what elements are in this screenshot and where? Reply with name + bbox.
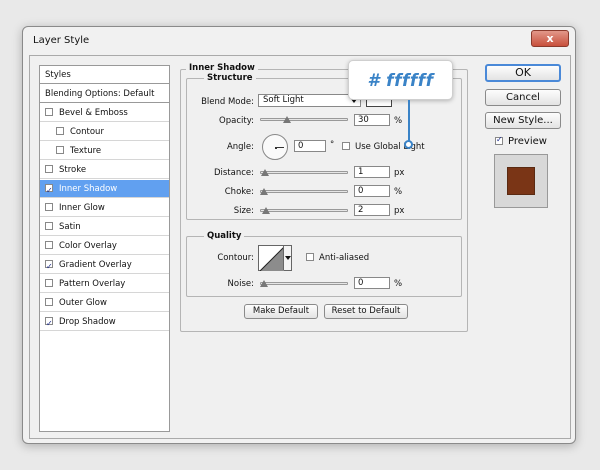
opacity-slider[interactable]: [260, 116, 348, 123]
opacity-label: Opacity:: [219, 116, 254, 126]
blend-mode-select[interactable]: Soft Light: [258, 94, 361, 107]
title-bar[interactable]: Layer Style x: [23, 27, 575, 55]
pattern-overlay-checkbox[interactable]: [45, 279, 53, 287]
cancel-button[interactable]: Cancel: [485, 89, 561, 106]
noise-unit: %: [394, 279, 403, 289]
sidebar-item-texture[interactable]: Texture: [40, 142, 169, 160]
ok-button[interactable]: OK: [485, 64, 561, 82]
texture-checkbox[interactable]: [56, 146, 64, 154]
choke-input[interactable]: 0: [354, 185, 390, 197]
outer-glow-checkbox[interactable]: [45, 298, 53, 306]
choke-unit: %: [394, 187, 403, 197]
inner-shadow-checkbox[interactable]: [45, 182, 53, 200]
blend-mode-value: Soft Light: [263, 95, 304, 105]
choke-label: Choke:: [224, 187, 254, 197]
distance-unit: px: [394, 168, 405, 178]
sidebar-item-gradient-overlay[interactable]: Gradient Overlay: [40, 256, 169, 276]
sidebar-item-blending-options[interactable]: Blending Options: Default: [40, 85, 169, 103]
sidebar-item-styles[interactable]: Styles: [40, 66, 169, 84]
sidebar-item-color-overlay[interactable]: Color Overlay: [40, 237, 169, 255]
drop-shadow-checkbox[interactable]: [45, 315, 53, 333]
angle-dial[interactable]: [262, 134, 288, 160]
distance-slider-thumb[interactable]: [260, 169, 269, 176]
sidebar-item-stroke[interactable]: Stroke: [40, 161, 169, 179]
opacity-slider-thumb[interactable]: [283, 116, 292, 123]
blend-mode-label: Blend Mode:: [201, 97, 254, 107]
anti-aliased-checkbox[interactable]: [306, 253, 314, 261]
inner-shadow-title: Inner Shadow: [186, 63, 258, 73]
angle-input[interactable]: 0: [294, 140, 326, 152]
contour-picker[interactable]: [258, 245, 292, 271]
sidebar-item-contour[interactable]: Contour: [40, 123, 169, 141]
inner-glow-checkbox[interactable]: [45, 203, 53, 211]
sidebar-item-outer-glow[interactable]: Outer Glow: [40, 294, 169, 312]
opacity-unit: %: [394, 116, 403, 126]
distance-input[interactable]: 1: [354, 166, 390, 178]
size-slider-thumb[interactable]: [261, 207, 270, 214]
quality-title: Quality: [204, 231, 245, 241]
choke-slider-thumb[interactable]: [260, 188, 268, 195]
noise-input[interactable]: 0: [354, 277, 390, 289]
color-overlay-checkbox[interactable]: [45, 241, 53, 249]
layer-style-dialog: Layer Style x Styles Blending Options: D…: [22, 26, 576, 444]
styles-list: Styles Blending Options: Default Bevel &…: [39, 65, 170, 432]
contour-dropdown-arrow[interactable]: [283, 246, 291, 270]
close-button[interactable]: x: [531, 30, 569, 47]
sidebar-item-satin[interactable]: Satin: [40, 218, 169, 236]
reset-to-default-button[interactable]: Reset to Default: [324, 304, 408, 319]
tooltip-pointer-line: [408, 100, 410, 144]
preview-swatch: [507, 167, 535, 195]
preview-checkbox[interactable]: [495, 135, 503, 145]
make-default-button[interactable]: Make Default: [244, 304, 318, 319]
noise-slider-thumb[interactable]: [260, 280, 268, 287]
contour-curve-icon: [260, 247, 284, 271]
distance-label: Distance:: [213, 168, 254, 178]
use-global-light-label: Use Global Light: [355, 142, 425, 152]
satin-checkbox[interactable]: [45, 222, 53, 230]
window-title: Layer Style: [33, 35, 90, 46]
contour-checkbox[interactable]: [56, 127, 64, 135]
angle-unit: °: [330, 140, 335, 150]
anti-aliased-label: Anti-aliased: [319, 253, 370, 263]
size-slider[interactable]: [260, 207, 348, 214]
preview-label: Preview: [508, 136, 547, 147]
noise-label: Noise:: [227, 279, 254, 289]
distance-slider[interactable]: [260, 169, 348, 176]
size-unit: px: [394, 206, 405, 216]
bevel-emboss-checkbox[interactable]: [45, 108, 53, 116]
dialog-client: Styles Blending Options: Default Bevel &…: [29, 55, 571, 439]
size-label: Size:: [233, 206, 254, 216]
opacity-input[interactable]: 30: [354, 114, 390, 126]
gradient-overlay-checkbox[interactable]: [45, 258, 53, 276]
color-hex-tooltip: # ffffff: [348, 60, 453, 100]
size-input[interactable]: 2: [354, 204, 390, 216]
stroke-checkbox[interactable]: [45, 165, 53, 173]
noise-slider[interactable]: [260, 280, 348, 287]
angle-label: Angle:: [226, 142, 254, 152]
contour-label: Contour:: [217, 253, 254, 263]
preview-thumbnail: [494, 154, 548, 208]
sidebar-item-pattern-overlay[interactable]: Pattern Overlay: [40, 275, 169, 293]
structure-title: Structure: [204, 73, 256, 83]
choke-slider[interactable]: [260, 188, 348, 195]
sidebar-item-inner-shadow[interactable]: Inner Shadow: [40, 180, 169, 200]
new-style-button[interactable]: New Style...: [485, 112, 561, 129]
sidebar-item-bevel-emboss[interactable]: Bevel & Emboss: [40, 104, 169, 122]
sidebar-item-inner-glow[interactable]: Inner Glow: [40, 199, 169, 217]
sidebar-item-drop-shadow[interactable]: Drop Shadow: [40, 313, 169, 333]
tooltip-pointer-dot: [404, 140, 413, 149]
use-global-light-checkbox[interactable]: [342, 142, 350, 150]
